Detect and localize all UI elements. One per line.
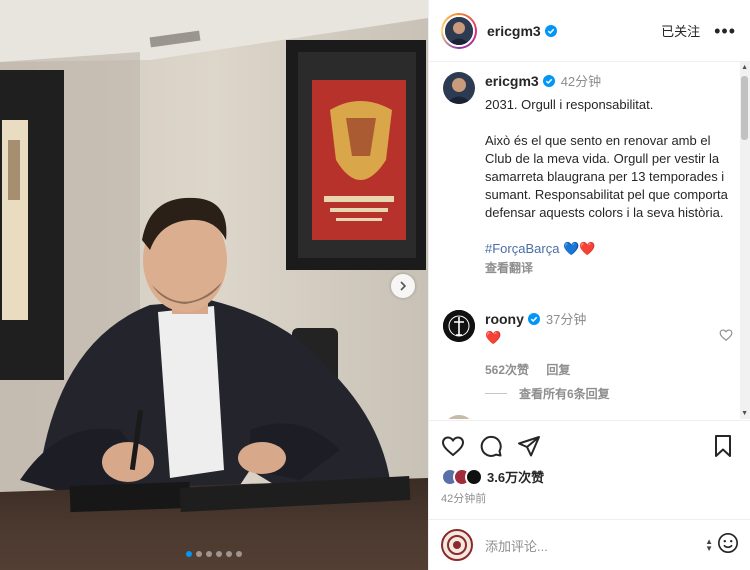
- resize-handle-icon[interactable]: ▲ ▼: [705, 538, 713, 553]
- share-icon: [518, 436, 540, 457]
- see-translation-button[interactable]: 查看翻译: [485, 259, 733, 277]
- bookmark-icon: [715, 435, 731, 457]
- likes-count[interactable]: 3.6万次赞: [487, 467, 544, 486]
- comment-button[interactable]: [479, 434, 503, 458]
- verified-badge-icon: [544, 24, 557, 37]
- comment-icon: [480, 435, 502, 457]
- more-options-button[interactable]: •••: [714, 22, 736, 40]
- carousel-dot: [196, 551, 202, 557]
- view-replies-button[interactable]: 查看所有6条回复: [485, 385, 610, 402]
- post-header: ericgm3 已关注 •••: [429, 0, 750, 62]
- carousel-dot: [216, 551, 222, 557]
- carousel-dot: [206, 551, 212, 557]
- comments-list[interactable]: ericgm3 42分钟 2031. Orgull i responsabilit…: [429, 62, 750, 419]
- caption-username[interactable]: ericgm3: [485, 73, 539, 89]
- liker-avatar[interactable]: [465, 467, 483, 486]
- carousel-dot: [186, 551, 192, 557]
- carousel-dot: [226, 551, 232, 557]
- post-caption: ericgm3 42分钟 2031. Orgull i responsabilit…: [443, 72, 733, 277]
- next-photo-button[interactable]: [391, 274, 415, 298]
- comment-input[interactable]: 添加评论...: [485, 536, 705, 555]
- view-replies-label: 查看所有6条回复: [519, 387, 610, 401]
- reply-button[interactable]: 回复: [546, 363, 570, 377]
- heart-icon: [441, 436, 465, 457]
- comment-likes[interactable]: 562次赞: [485, 363, 529, 377]
- verified-badge-icon: [542, 75, 555, 87]
- comment-like-button[interactable]: [719, 328, 733, 347]
- avatar-picture: [447, 535, 467, 555]
- next-comment-avatar: [443, 415, 475, 419]
- commenter-username[interactable]: roony: [485, 311, 524, 327]
- author-username[interactable]: ericgm3: [487, 23, 541, 39]
- caption-line: Això és el que sento en renovar amb el C…: [485, 133, 728, 220]
- avatar-picture: [443, 72, 475, 104]
- save-button[interactable]: [713, 434, 733, 458]
- scroll-thumb[interactable]: [741, 76, 748, 140]
- heart-icon: [719, 329, 733, 342]
- comment-item: roony 37分钟 ❤️ 562次赞 回复: [443, 310, 733, 379]
- posted-time: 42分钟前: [441, 493, 487, 505]
- emoji-icon: [718, 532, 738, 553]
- comment-time: 37分钟: [545, 312, 587, 327]
- caption-line: 2031. Orgull i responsabilitat.: [485, 97, 654, 112]
- current-user-avatar[interactable]: [441, 529, 473, 561]
- commenter-avatar[interactable]: [443, 310, 475, 342]
- scroll-up-icon[interactable]: ▲: [741, 64, 748, 71]
- post-actions: 3.6万次赞 42分钟前: [429, 420, 750, 506]
- photo-illustration: [0, 0, 428, 570]
- add-comment-bar: 添加评论... ▲ ▼: [429, 519, 750, 570]
- scrollbar[interactable]: ▲ ▼: [740, 62, 750, 419]
- like-button[interactable]: [441, 434, 465, 458]
- chevron-right-icon: [400, 281, 407, 291]
- avatar-picture: [443, 310, 475, 342]
- scroll-down-icon[interactable]: ▼: [741, 410, 748, 417]
- comment-text: ❤️: [485, 330, 502, 345]
- caption-avatar[interactable]: [443, 72, 475, 104]
- carousel-indicator: [0, 551, 428, 557]
- following-button[interactable]: 已关注: [661, 21, 700, 40]
- avatar-picture: [445, 16, 473, 45]
- post-panel: ericgm3 已关注 ••• ericgm3 42分钟 2031. Orgull…: [428, 0, 750, 570]
- emoji-button[interactable]: [717, 532, 739, 559]
- hashtag-link[interactable]: #ForçaBarça: [485, 241, 559, 256]
- carousel-dot: [236, 551, 242, 557]
- caption-emojis: 💙❤️: [563, 241, 596, 256]
- post-photo[interactable]: [0, 0, 428, 570]
- caption-time: 42分钟: [560, 74, 602, 89]
- verified-badge-icon: [527, 313, 540, 325]
- likes-summary: 3.6万次赞: [441, 467, 739, 486]
- author-avatar[interactable]: [441, 12, 477, 49]
- share-button[interactable]: [517, 434, 541, 458]
